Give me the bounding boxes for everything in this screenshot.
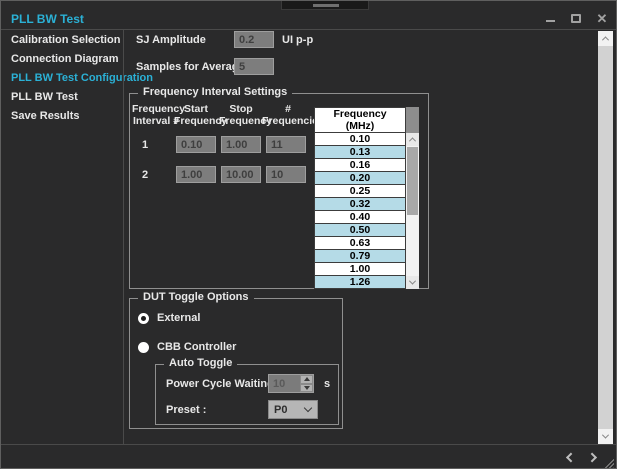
frequency-table: Frequency (MHz) 0.10 0.13 0.16 0.20 0.25… xyxy=(314,107,419,289)
sidebar-item-pll-bw-test[interactable]: PLL BW Test xyxy=(1,88,123,107)
cbb-controller-radio-label: CBB Controller xyxy=(157,341,236,353)
chevron-up-icon xyxy=(602,36,609,43)
power-cycle-waiting-input[interactable] xyxy=(269,375,300,392)
column-header-frequency-interval: Frequency Interval # xyxy=(132,103,180,127)
frequency-table-row[interactable]: 0.79 xyxy=(315,250,406,263)
sj-amplitude-input[interactable] xyxy=(234,31,274,48)
frequency-interval-settings-group-label: Frequency Interval Settings xyxy=(138,86,292,98)
close-button[interactable]: ✕ xyxy=(594,10,610,26)
main-scrollbar[interactable] xyxy=(598,31,613,444)
frequency-table-row[interactable]: 0.13 xyxy=(315,146,406,159)
sidebar-item-save-results[interactable]: Save Results xyxy=(1,107,123,126)
power-cycle-waiting-spinner xyxy=(268,374,314,393)
chevron-down-icon xyxy=(409,278,416,285)
interval-2-num-frequencies-input[interactable] xyxy=(266,166,306,183)
external-radio-label: External xyxy=(157,312,200,324)
frequency-table-header: Frequency (MHz) xyxy=(314,107,406,133)
sidebar-divider xyxy=(123,29,124,444)
sidebar: Calibration Selection Connection Diagram… xyxy=(1,31,123,126)
interval-1-number: 1 xyxy=(142,139,148,151)
interval-2-start-frequency-input[interactable] xyxy=(176,166,216,183)
column-header-start-frequency: Start Frequency xyxy=(174,103,218,127)
scrollbar-thumb[interactable] xyxy=(407,147,418,215)
scroll-down-button[interactable] xyxy=(406,276,419,289)
column-header-stop-frequency: Stop Frequency xyxy=(219,103,263,127)
window-controls: ✕ xyxy=(542,10,610,26)
bottom-bar xyxy=(1,444,616,469)
dut-toggle-options-group-label: DUT Toggle Options xyxy=(138,291,254,303)
interval-2-stop-frequency-input[interactable] xyxy=(221,166,261,183)
window-title: PLL BW Test xyxy=(11,12,84,26)
main-scroll-down-button[interactable] xyxy=(598,429,613,444)
chevron-left-icon xyxy=(565,452,575,462)
titlebar-divider xyxy=(1,29,616,30)
auto-toggle-group-label: Auto Toggle xyxy=(164,357,237,369)
chevron-down-icon xyxy=(304,404,312,412)
frequency-table-row[interactable]: 0.20 xyxy=(315,172,406,185)
minimize-icon xyxy=(546,20,555,22)
maximize-icon xyxy=(571,14,581,23)
power-cycle-waiting-unit: s xyxy=(324,378,330,390)
radio-selected-icon xyxy=(138,313,149,324)
auto-toggle-group: Auto Toggle Power Cycle Waiting : s Pres… xyxy=(155,364,339,425)
sidebar-item-pll-bw-test-configuration[interactable]: PLL BW Test Configuration xyxy=(1,69,123,88)
chevron-down-icon xyxy=(602,432,609,439)
external-radio-option[interactable]: External xyxy=(138,312,200,324)
drag-handle-icon xyxy=(313,4,339,7)
cbb-controller-radio-option[interactable]: CBB Controller xyxy=(138,341,236,353)
sj-amplitude-label: SJ Amplitude xyxy=(136,34,206,46)
frequency-table-row[interactable]: 0.16 xyxy=(315,159,406,172)
chevron-right-icon xyxy=(587,452,597,462)
interval-1-num-frequencies-input[interactable] xyxy=(266,136,306,153)
frequency-table-row[interactable]: 1.00 xyxy=(315,263,406,276)
column-header-num-frequencies: # Frequencies xyxy=(262,103,314,127)
main-scroll-up-button[interactable] xyxy=(598,31,613,46)
spinner-buttons xyxy=(300,375,313,392)
preset-label: Preset : xyxy=(166,404,206,416)
window-drag-handle[interactable] xyxy=(281,1,369,10)
triangle-up-icon xyxy=(304,377,310,381)
interval-1-start-frequency-input[interactable] xyxy=(176,136,216,153)
sidebar-item-calibration-selection[interactable]: Calibration Selection xyxy=(1,31,123,50)
scroll-up-button[interactable] xyxy=(406,133,419,146)
preset-dropdown[interactable]: P0 xyxy=(268,400,318,419)
resize-grip-icon[interactable] xyxy=(603,457,614,468)
dut-toggle-options-group: DUT Toggle Options External CBB Controll… xyxy=(129,298,343,429)
radio-unselected-icon xyxy=(138,342,149,353)
triangle-down-icon xyxy=(304,386,310,390)
title-bar: PLL BW Test ✕ xyxy=(1,10,616,29)
interval-1-stop-frequency-input[interactable] xyxy=(221,136,261,153)
sidebar-item-connection-diagram[interactable]: Connection Diagram xyxy=(1,50,123,69)
sj-amplitude-unit: UI p-p xyxy=(282,34,313,46)
frequency-table-row[interactable]: 1.26 xyxy=(315,276,406,289)
maximize-button[interactable] xyxy=(568,10,584,26)
frequency-table-row[interactable]: 0.50 xyxy=(315,224,406,237)
frequency-table-body: 0.10 0.13 0.16 0.20 0.25 0.32 0.40 0.50 … xyxy=(314,133,406,289)
frequency-interval-settings-group: Frequency Interval Settings Frequency In… xyxy=(129,93,429,289)
frequency-table-corner xyxy=(406,107,419,133)
pll-bw-test-window: PLL BW Test ✕ Calibration Selection Conn… xyxy=(0,0,617,469)
spin-down-button[interactable] xyxy=(300,384,313,393)
power-cycle-waiting-label: Power Cycle Waiting : xyxy=(166,378,281,390)
frequency-table-row[interactable]: 0.63 xyxy=(315,237,406,250)
frequency-table-row[interactable]: 0.10 xyxy=(315,133,406,146)
spin-up-button[interactable] xyxy=(300,375,313,384)
frequency-table-scrollbar[interactable] xyxy=(406,133,419,289)
close-icon: ✕ xyxy=(597,12,608,25)
next-page-button[interactable] xyxy=(585,449,601,465)
chevron-up-icon xyxy=(409,137,416,144)
interval-2-number: 2 xyxy=(142,169,148,181)
frequency-table-row[interactable]: 0.32 xyxy=(315,198,406,211)
frequency-table-row[interactable]: 0.40 xyxy=(315,211,406,224)
minimize-button[interactable] xyxy=(542,10,558,26)
samples-for-averaging-input[interactable] xyxy=(234,58,274,75)
frequency-table-row[interactable]: 0.25 xyxy=(315,185,406,198)
preset-dropdown-value: P0 xyxy=(269,404,305,416)
previous-page-button[interactable] xyxy=(561,449,577,465)
